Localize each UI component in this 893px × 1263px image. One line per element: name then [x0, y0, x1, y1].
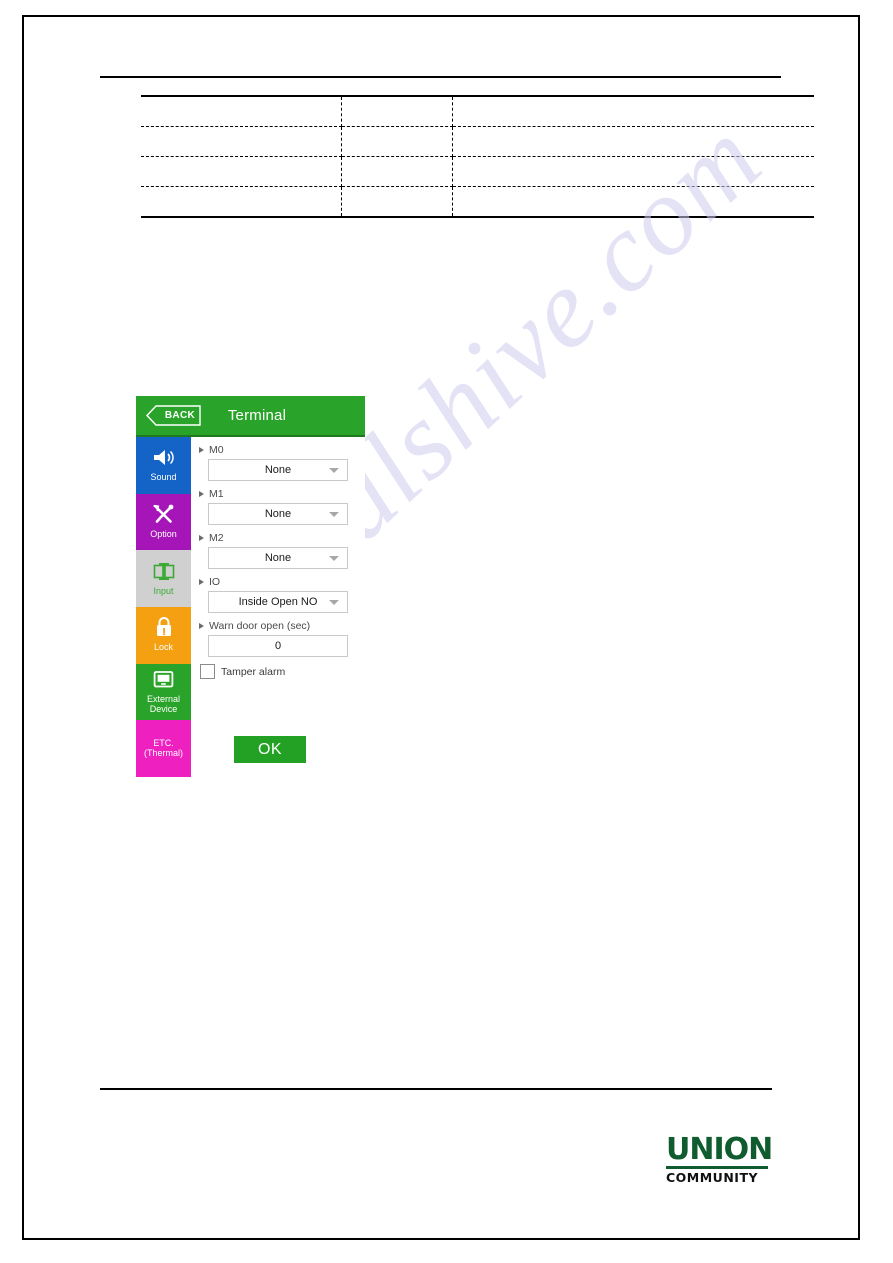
table-row [141, 156, 814, 187]
footer-rule [100, 1088, 772, 1090]
table-cell [452, 186, 814, 218]
table-row [141, 126, 814, 157]
sidebar-item-label: Lock [153, 642, 173, 653]
table-cell [452, 126, 814, 157]
chevron-down-icon [329, 511, 339, 517]
input-warn-door-open[interactable]: 0 [208, 635, 348, 657]
field-label-text: M1 [209, 488, 224, 500]
sidebar-item-input[interactable]: Input [136, 550, 191, 608]
terminal-screenshot: BACK Terminal Sound Option Input Lock Ex… [136, 396, 365, 778]
select-m2[interactable]: None [208, 547, 348, 569]
sidebar-item-label: Input [153, 585, 174, 596]
header-rule [100, 76, 781, 78]
select-m0-value: None [264, 464, 292, 476]
terminal-header: BACK Terminal [136, 396, 365, 437]
label-m0: M0 [199, 444, 355, 456]
field-label-text: IO [209, 576, 221, 588]
terminal-content: M0 None M1 None M2 None IO Inside Open N… [191, 437, 365, 777]
back-chevron-icon [146, 405, 201, 426]
chevron-down-icon [329, 555, 339, 561]
chevron-down-icon [329, 599, 339, 605]
sidebar-item-external-device[interactable]: External Device [136, 663, 191, 721]
input-warn-door-open-value: 0 [274, 640, 282, 652]
padlock-icon [155, 616, 173, 639]
terminal-sidebar: Sound Option Input Lock External Device … [136, 437, 191, 778]
sidebar-item-label: ETC. (Thermal) [143, 737, 183, 758]
sidebar-item-label: Option [150, 529, 177, 539]
table-row [141, 186, 814, 218]
input-icon [152, 560, 176, 583]
brand-logo: UNION COMMUNITY [666, 1132, 773, 1186]
terminal-body: Sound Option Input Lock External Device … [136, 437, 365, 778]
table-row [141, 95, 814, 127]
monitor-icon [153, 668, 174, 691]
label-warn-door-open: Warn door open (sec) [199, 620, 355, 632]
logo-subtitle-text: COMMUNITY [666, 1170, 759, 1185]
document-table-body [141, 95, 814, 218]
bullet-triangle-icon [199, 535, 204, 541]
sidebar-item-sound[interactable]: Sound [136, 437, 191, 494]
sidebar-item-etc-thermal[interactable]: ETC. (Thermal) [136, 720, 191, 778]
table-cell [341, 186, 453, 218]
terminal-title: Terminal [227, 407, 287, 424]
table-cell [341, 126, 453, 157]
bullet-triangle-icon [199, 447, 204, 453]
document-table [141, 95, 814, 218]
bullet-triangle-icon [199, 623, 204, 629]
select-m1-value: None [264, 508, 292, 520]
select-io-value: Inside Open NO [238, 596, 318, 608]
select-m2-value: None [264, 552, 292, 564]
tamper-alarm-label: Tamper alarm [221, 665, 286, 678]
table-cell [141, 156, 342, 187]
speaker-icon [153, 446, 175, 469]
table-cell [341, 95, 453, 127]
ok-button[interactable]: OK [234, 736, 306, 763]
tamper-alarm-row[interactable]: Tamper alarm [200, 664, 355, 679]
table-cell [341, 156, 453, 187]
select-m1[interactable]: None [208, 503, 348, 525]
label-io: IO [199, 576, 355, 588]
field-label-text: M2 [209, 532, 224, 544]
field-label-text: M0 [209, 444, 224, 456]
bullet-triangle-icon [199, 491, 204, 497]
tamper-alarm-checkbox[interactable] [200, 664, 215, 679]
table-cell [141, 126, 342, 157]
sidebar-item-label: External Device [146, 694, 181, 715]
table-cell [452, 156, 814, 187]
chevron-down-icon [329, 467, 339, 473]
field-label-text: Warn door open (sec) [209, 620, 311, 632]
back-button[interactable]: BACK [146, 405, 201, 426]
table-cell [452, 95, 814, 127]
table-cell [141, 186, 342, 218]
sidebar-item-option[interactable]: Option [136, 493, 191, 551]
sidebar-item-label: Sound [150, 472, 177, 483]
bullet-triangle-icon [199, 579, 204, 585]
select-m0[interactable]: None [208, 459, 348, 481]
label-m2: M2 [199, 532, 355, 544]
table-cell [141, 95, 342, 127]
sidebar-item-lock[interactable]: Lock [136, 607, 191, 664]
logo-mark-text: UNION [666, 1132, 773, 1169]
label-m1: M1 [199, 488, 355, 500]
tools-icon [153, 503, 174, 526]
select-io[interactable]: Inside Open NO [208, 591, 348, 613]
